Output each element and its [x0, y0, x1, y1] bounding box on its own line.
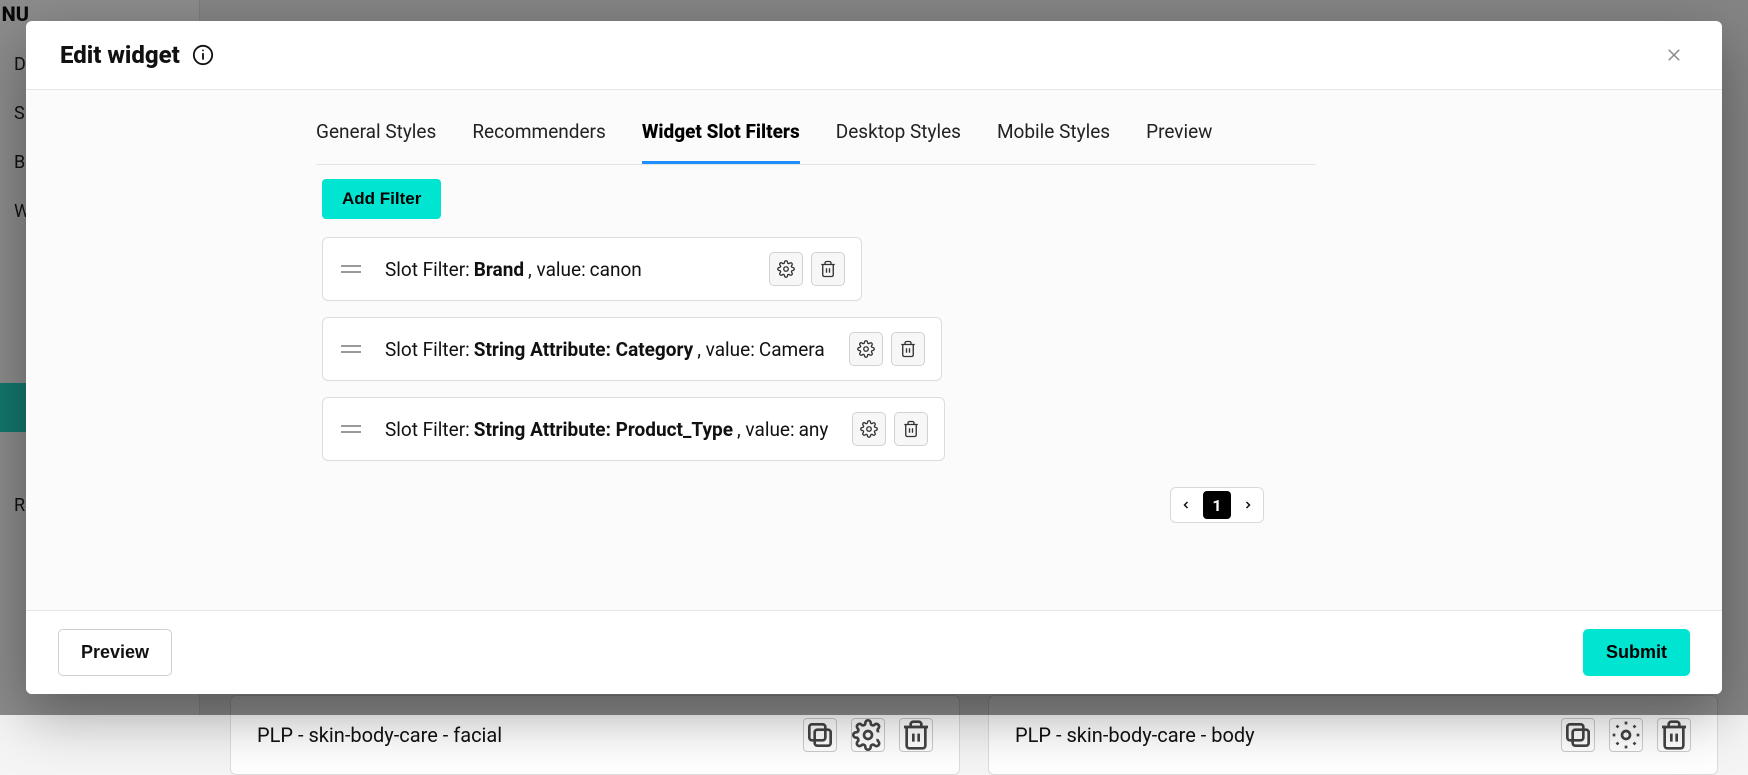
gear-icon [851, 718, 885, 752]
modal-content: General Styles Recommenders Widget Slot … [316, 104, 1316, 523]
pagination-current-page[interactable]: 1 [1203, 491, 1231, 519]
copy-icon [803, 718, 837, 752]
tab-widget-slot-filters[interactable]: Widget Slot Filters [642, 104, 800, 164]
modal-body: General Styles Recommenders Widget Slot … [26, 90, 1722, 610]
tab-preview[interactable]: Preview [1146, 104, 1212, 164]
trash-icon [1657, 718, 1691, 752]
filter-value: any [799, 418, 829, 441]
filter-prefix: Slot Filter: [385, 258, 470, 281]
filter-attribute: Brand [474, 258, 524, 281]
preview-button[interactable]: Preview [58, 629, 172, 676]
modal-header-left: Edit widget [60, 41, 214, 69]
filter-text: Slot Filter: Brand , value: canon [385, 258, 642, 281]
pagination: 1 [1170, 487, 1264, 523]
filter-row-actions [852, 412, 928, 446]
filter-text: Slot Filter: String Attribute: Category … [385, 338, 825, 361]
submit-button[interactable]: Submit [1583, 629, 1690, 676]
filter-value: canon [590, 258, 642, 281]
edit-filter-button[interactable] [852, 412, 886, 446]
filter-row-actions [769, 252, 845, 286]
filter-list: Slot Filter: Brand , value: canon [322, 237, 1316, 461]
filter-row-actions [849, 332, 925, 366]
gear-icon [1609, 718, 1643, 752]
filter-row: Slot Filter: String Attribute: Category … [322, 317, 942, 381]
filter-attribute: String Attribute: Category [474, 338, 693, 361]
modal-tabs: General Styles Recommenders Widget Slot … [316, 104, 1316, 165]
modal-title: Edit widget [60, 41, 180, 69]
modal-footer: Preview Submit [26, 610, 1722, 694]
filter-value-prefix: , value: [737, 418, 795, 441]
pagination-prev-button[interactable] [1171, 488, 1201, 522]
tab-mobile-styles[interactable]: Mobile Styles [997, 104, 1110, 164]
drag-handle-icon[interactable] [341, 262, 361, 276]
edit-filter-button[interactable] [769, 252, 803, 286]
filter-attribute: String Attribute: Product_Type [474, 418, 733, 441]
drag-handle-icon[interactable] [341, 342, 361, 356]
filter-value-prefix: , value: [528, 258, 586, 281]
trash-icon [899, 718, 933, 752]
info-icon[interactable] [192, 44, 214, 66]
bg-card-title: PLP - skin-body-care - facial [257, 723, 502, 747]
tab-general-styles[interactable]: General Styles [316, 104, 436, 164]
delete-filter-button[interactable] [891, 332, 925, 366]
filter-prefix: Slot Filter: [385, 338, 470, 361]
bg-card-actions [803, 718, 933, 752]
filter-text: Slot Filter: String Attribute: Product_T… [385, 418, 828, 441]
bg-card-actions [1561, 718, 1691, 752]
tab-recommenders[interactable]: Recommenders [472, 104, 606, 164]
filter-value-prefix: , value: [697, 338, 755, 361]
drag-handle-icon[interactable] [341, 422, 361, 436]
close-button[interactable] [1660, 41, 1688, 69]
edit-filter-button[interactable] [849, 332, 883, 366]
delete-filter-button[interactable] [894, 412, 928, 446]
filter-row: Slot Filter: Brand , value: canon [322, 237, 862, 301]
modal-header: Edit widget [26, 21, 1722, 90]
filter-prefix: Slot Filter: [385, 418, 470, 441]
delete-filter-button[interactable] [811, 252, 845, 286]
add-filter-button[interactable]: Add Filter [322, 179, 441, 219]
filter-value: Camera [759, 338, 825, 361]
pagination-next-button[interactable] [1233, 488, 1263, 522]
filter-row: Slot Filter: String Attribute: Product_T… [322, 397, 945, 461]
copy-icon [1561, 718, 1595, 752]
bg-card-title: PLP - skin-body-care - body [1015, 723, 1255, 747]
edit-widget-modal: Edit widget General Styles Recommenders … [26, 21, 1722, 694]
tab-desktop-styles[interactable]: Desktop Styles [836, 104, 961, 164]
